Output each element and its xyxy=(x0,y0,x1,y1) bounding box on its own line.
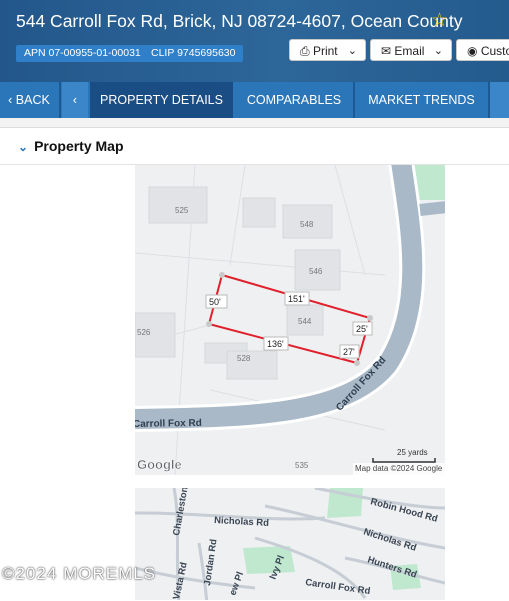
envelope-icon: ✉ xyxy=(381,44,392,58)
chevron-left-icon: ‹ xyxy=(72,93,78,107)
eye-icon: ◉ xyxy=(467,44,478,58)
tab-property-details[interactable]: PROPERTY DETAILS xyxy=(90,82,233,118)
clip-badge: CLIP 9745695630 xyxy=(143,45,244,62)
panel-title: Property Map xyxy=(34,138,124,154)
lot-number: 546 xyxy=(309,267,323,276)
chevron-down-icon: ⌄ xyxy=(347,45,357,57)
tabs-scroll-right-button[interactable] xyxy=(490,82,509,118)
road-label: Carroll Fox Rd xyxy=(135,418,202,430)
chevron-left-icon: ‹ xyxy=(8,93,13,107)
mls-watermark: ©2024 MOREMLS xyxy=(2,564,157,583)
favorite-star-icon[interactable]: ☆ xyxy=(431,10,448,32)
lot-number: 535 xyxy=(295,461,309,470)
apn-badge: APN 07-00955-01-00031 xyxy=(16,45,149,62)
tab-market-trends[interactable]: MARKET TRENDS xyxy=(355,82,488,118)
header-bar: 544 Carroll Fox Rd, Brick, NJ 08724-4607… xyxy=(0,0,509,82)
dimension-label: 50' xyxy=(209,297,221,307)
print-button[interactable]: ⎙ Print ⌄ xyxy=(289,39,366,61)
panel-header[interactable]: ⌄ Property Map xyxy=(18,138,124,154)
nav-tabs: ‹ BACK ‹ PROPERTY DETAILS COMPARABLES MA… xyxy=(0,82,509,118)
neighborhood-map[interactable]: Charleston Rd Nicholas Rd Nicholas Rd Ro… xyxy=(135,488,445,600)
dimension-label: 27' xyxy=(343,347,355,357)
chevron-down-icon: ⌄ xyxy=(18,140,29,154)
lot-number: 525 xyxy=(175,206,189,215)
email-button[interactable]: ✉ Email ⌄ xyxy=(370,39,452,61)
dimension-label: 25' xyxy=(356,324,368,334)
lot-number: 548 xyxy=(300,220,314,229)
property-address: 544 Carroll Fox Rd, Brick, NJ 08724-4607… xyxy=(16,11,463,31)
tab-comparables[interactable]: COMPARABLES xyxy=(235,82,353,118)
lot-number: 528 xyxy=(237,354,251,363)
parcel-map[interactable]: 525 548 546 526 544 528 535 151' 50' 25'… xyxy=(135,165,445,475)
back-label: BACK xyxy=(15,93,50,107)
email-label: Email xyxy=(394,44,425,58)
scale-label: 25 yards xyxy=(397,448,428,457)
chevron-down-icon: ⌄ xyxy=(433,45,443,57)
tabs-scroll-left-button[interactable]: ‹ xyxy=(62,82,88,118)
parcel-map-svg: 525 548 546 526 544 528 535 151' 50' 25'… xyxy=(135,165,445,475)
google-logo: Google xyxy=(137,457,182,472)
lot-number: 544 xyxy=(298,317,312,326)
neighborhood-map-svg: Charleston Rd Nicholas Rd Nicholas Rd Ro… xyxy=(135,488,445,600)
lot-number: 526 xyxy=(137,328,151,337)
map-attribution: Map data ©2024 Google xyxy=(355,464,443,473)
dimension-label: 151' xyxy=(288,294,305,304)
dimension-label: 136' xyxy=(267,339,284,349)
back-button[interactable]: ‹ BACK xyxy=(0,82,58,118)
custom-button[interactable]: ◉ Custom xyxy=(456,39,509,61)
printer-icon: ⎙ xyxy=(300,44,310,58)
tab-divider xyxy=(59,82,61,118)
custom-label: Custom xyxy=(480,44,509,58)
print-label: Print xyxy=(312,44,338,58)
